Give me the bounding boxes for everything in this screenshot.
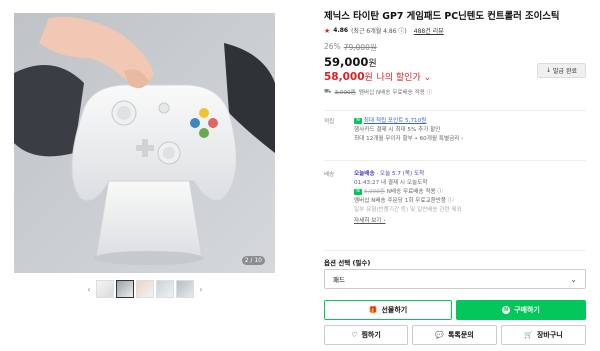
chevron-down-icon: ⌄ [570,274,577,284]
naver-delivery-icon: N [354,188,362,195]
gift-button[interactable]: 🎁 선물하기 [324,300,452,320]
next-thumb-arrow-icon[interactable]: › [196,285,206,294]
points-label: 적립 [324,119,335,125]
delivery-row: 배송 오늘배송 · 오늘 5.7 (목) 도착 01:43:27 내 결제 시 … [324,170,586,240]
option-label: 옵션 선택 (필수) [324,259,371,267]
talk-inquiry-button[interactable]: 💬 톡톡문의 [412,325,497,345]
free-return-text: 멤버십 N배송 주문당 1회 무료교환반품 ⓘ [354,198,454,204]
review-link[interactable]: 488건 리뷰 [414,26,444,35]
star-icon: ★ [324,26,331,35]
download-icon: ↓ [545,67,552,74]
exclusion-text: 일부 유형(반품기간 등) 및 일반배송 관련 제외 [354,207,462,213]
chat-icon: 💬 [435,331,444,339]
talk-label: 톡톡문의 [447,331,474,339]
gift-icon: 🎁 [368,306,378,314]
heart-icon: ♡ [351,331,358,339]
thumbnail-5[interactable] [176,280,194,298]
delivery-original-fee: 3,000원 [363,189,385,195]
points-body: N 최대 적립 포인트 5,710원 행사카드 결제 시 최대 5% 추가 할인… [354,117,586,144]
thumbnail-strip: ‹ › [84,279,208,299]
buy-button[interactable]: N 구매하기 [456,300,586,320]
cart-label: 장바구니 [536,331,563,339]
delivery-countdown: 01:43:27 내 결제 시 오늘도착 [354,180,428,186]
my-price-value: 58,000 [324,71,365,83]
naver-pay-circle-icon: N [502,306,511,314]
divider-2 [324,160,586,161]
truck-icon: ⛟ [324,88,332,95]
main-product-image[interactable]: 2 / 10 [14,13,275,273]
installment-link[interactable]: 최대 12개월 무이자 할부 • 60개월 특별금리 › [354,135,586,144]
delivery-detail-link[interactable]: 자세히 보기 › [354,217,386,226]
cart-button[interactable]: 🛒 장바구니 [501,325,586,345]
thumbnail-1[interactable] [96,280,114,298]
coupon-download-button[interactable]: ↓ 발급 완료 [537,63,586,78]
divider-1 [324,110,586,111]
product-title: 제닉스 타이탄 GP7 게임패드 PC닌텐도 컨트롤러 조이스틱 [324,11,560,22]
shipping-original-fee: 3,000원 [334,90,356,96]
shipping-note-text: 멤버십 N배송 무료배송 적용 ⓘ [358,90,433,96]
rating-detail[interactable]: (최근 6개월 4.86 ⓘ) [351,26,407,35]
thumbnail-4[interactable] [156,280,174,298]
naver-pay-icon: N [354,117,362,124]
buy-label: 구매하기 [514,306,540,314]
free-shipping-text: N배송 무료배송 적용 ⓘ [386,189,444,195]
sale-price-won: 원 [368,59,377,69]
shipping-note: ⛟ 3,000원 멤버십 N배송 무료배송 적용 ⓘ [324,88,586,96]
image-counter: 2 / 10 [241,256,265,265]
original-price: 79,000원 [343,43,377,52]
prev-thumb-arrow-icon[interactable]: ‹ [84,285,94,294]
divider-3 [324,250,586,251]
wish-button[interactable]: ♡ 찜하기 [324,325,408,345]
discount-rate: 26% [324,42,341,51]
cart-icon: 🛒 [524,331,533,339]
card-discount-text: 행사카드 결제 시 최대 5% 추가 할인 [354,127,441,133]
product-info: 제닉스 타이탄 GP7 게임패드 PC닌텐도 컨트롤러 조이스틱 ★ 4.86 … [324,10,586,96]
delivery-body: 오늘배송 · 오늘 5.7 (목) 도착 01:43:27 내 결제 시 오늘도… [354,170,586,226]
discount-row: 26% 79,000원 [324,42,586,53]
max-points-link[interactable]: 최대 적립 포인트 5,710원 [364,118,427,124]
coupon-label: 발급 완료 [553,68,578,75]
rating-value: 4.86 [333,27,349,34]
points-row: 적립 N 최대 적립 포인트 5,710원 행사카드 결제 시 최대 5% 추가… [324,117,586,151]
arrival-date: · 오늘 5.7 (목) 도착 [376,171,425,177]
controller-photo [14,13,275,273]
my-price-won: 원 [364,73,373,83]
wish-label: 찜하기 [361,331,381,339]
delivery-label: 배송 [324,172,335,178]
today-delivery-badge: 오늘배송 [354,171,375,177]
thumbnail-3[interactable] [136,280,154,298]
option-select[interactable]: 패드 ⌄ [324,269,586,289]
thumbnail-2[interactable] [116,280,134,298]
my-price-label: 나의 할인가 ⌄ [376,73,432,83]
sale-price-value: 59,000 [324,55,369,69]
option-selected-value: 패드 [333,276,345,284]
rating-row: ★ 4.86 (최근 6개월 4.86 ⓘ) 488건 리뷰 [324,26,586,36]
gift-label: 선물하기 [381,306,408,314]
